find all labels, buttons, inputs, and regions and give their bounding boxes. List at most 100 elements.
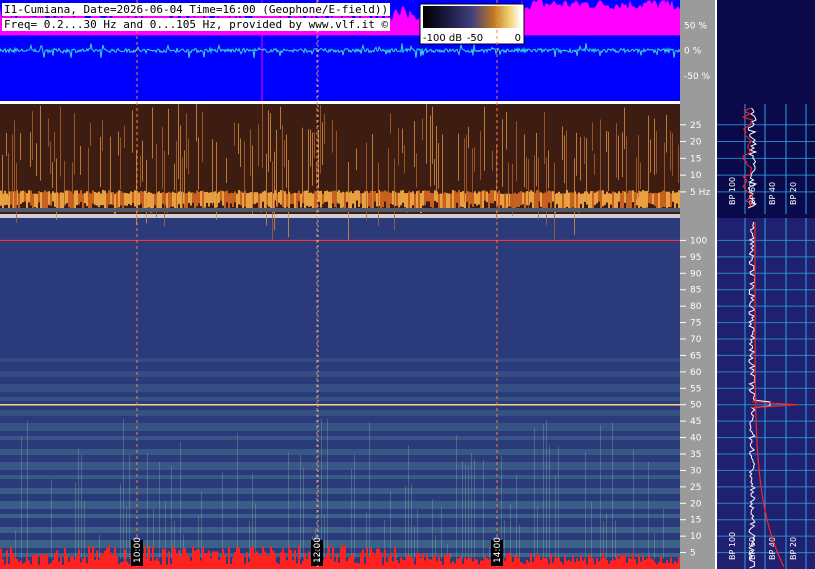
low-band-mark [386,191,388,211]
low-streak-mark [398,128,399,166]
low-freq-energy-mark [478,564,480,569]
low-band-mark [328,191,330,210]
low-freq-energy-mark [18,561,20,569]
low-freq-energy-mark [48,563,50,569]
low-freq-energy-mark [638,555,640,569]
low-band-mark [226,190,228,203]
low-streak-mark [648,115,649,192]
low-freq-energy-mark [114,547,116,569]
low-freq-energy-mark [28,560,30,569]
low-freq-energy-mark [632,553,634,569]
low-band-mark [28,190,30,203]
low-freq-energy-mark [538,555,540,569]
low-band-mark [218,191,220,203]
low-band-mark [482,190,484,210]
low-streak-mark [526,156,527,189]
low-band-mark [452,190,454,209]
low-freq-energy-mark [200,560,202,569]
low-band-mark [476,193,478,206]
low-freq-energy-mark [206,553,208,569]
low-freq-energy-mark [152,546,154,569]
low-freq-energy-mark [178,550,180,569]
vlf-spectrogram-chart: 50 % 0 % -50 % -100 dB -50 0 25 20 15 10 5 Hz 100 95… [0,0,815,569]
spec-streak-mark [201,491,202,559]
low-freq-energy-mark [526,559,528,569]
low-band-mark [376,193,378,207]
hi-tick-75: 75 [690,319,701,329]
low-streak-mark [36,143,37,176]
low-freq-energy-mark [326,554,328,569]
low-band-mark [20,191,22,204]
low-freq-energy-mark [22,563,24,569]
low-band-mark [434,190,436,201]
low-band-mark [536,190,538,209]
spec-streak-mark [465,464,466,559]
low-band-mark [154,193,156,206]
low-freq-energy-mark [80,562,82,569]
low-streak-mark [666,114,667,153]
low-band-mark [66,190,68,204]
low-freq-energy-mark [158,560,160,569]
spec-streak-mark [249,520,250,559]
low-band-mark [332,190,334,204]
low-band-mark [236,193,238,210]
low-freq-energy-mark [124,549,126,569]
low-freq-energy-mark [374,554,376,569]
spec-band-mark [0,475,680,479]
low-freq-energy-mark [246,552,248,569]
low-band-mark [424,190,426,206]
low-freq-energy-mark [642,555,644,569]
low-band-mark [516,193,518,208]
low-band-mark [566,190,568,207]
low-freq-energy-mark [86,563,88,569]
low-freq-energy-mark [252,546,254,569]
low-streak-mark [284,140,285,168]
low-streak-mark [472,148,473,202]
hi-tick-65: 65 [690,351,701,361]
spec-band-mark [0,501,680,509]
low-band-mark [62,192,64,209]
low-streak-mark [506,111,507,150]
low-streak-mark [168,108,169,155]
low-band-mark [590,191,592,209]
low-freq-energy-mark [166,564,168,569]
low-band-mark [202,190,204,209]
spec-streak-mark [81,454,82,559]
low-freq-energy-mark [54,553,56,569]
low-streak-mark [280,106,281,130]
spec-band-mark [0,358,680,362]
low-band-mark [604,193,606,205]
low-freq-energy-mark [618,558,620,569]
low-streak-mark [308,129,309,193]
low-band-mark [576,193,578,209]
low-freq-energy-mark [150,561,152,569]
low-band-mark [290,193,292,204]
low-band-mark [632,190,634,203]
spec-streak-mark [300,454,301,559]
amp-tick-50: 50 % [684,21,707,31]
low-band-mark [196,190,198,207]
spec-streak-mark [129,455,130,559]
low-band-mark [608,193,610,210]
hi-tick-45: 45 [690,417,701,427]
low-band-mark [308,192,310,207]
low-freq-energy-mark [328,545,330,569]
low-freq-energy-mark [268,555,270,569]
low-band-mark [446,193,448,210]
spec-band-mark [0,540,680,548]
low-freq-energy-mark [582,560,584,569]
spec-streak-mark [519,524,520,559]
low-band-mark [34,193,36,208]
low-streak-mark [240,138,241,168]
low-freq-energy-mark [262,546,264,569]
low-band-mark [398,192,400,208]
low-freq-energy-mark [230,563,232,569]
low-band-mark [444,192,446,210]
low-freq-energy-mark [68,561,70,569]
low-streak-mark [626,136,627,209]
low-band-mark [320,190,322,208]
low-freq-energy-mark [622,555,624,569]
low-freq-energy-mark [578,561,580,569]
low-freq-energy-mark [532,562,534,569]
low-freq-energy-mark [224,554,226,569]
